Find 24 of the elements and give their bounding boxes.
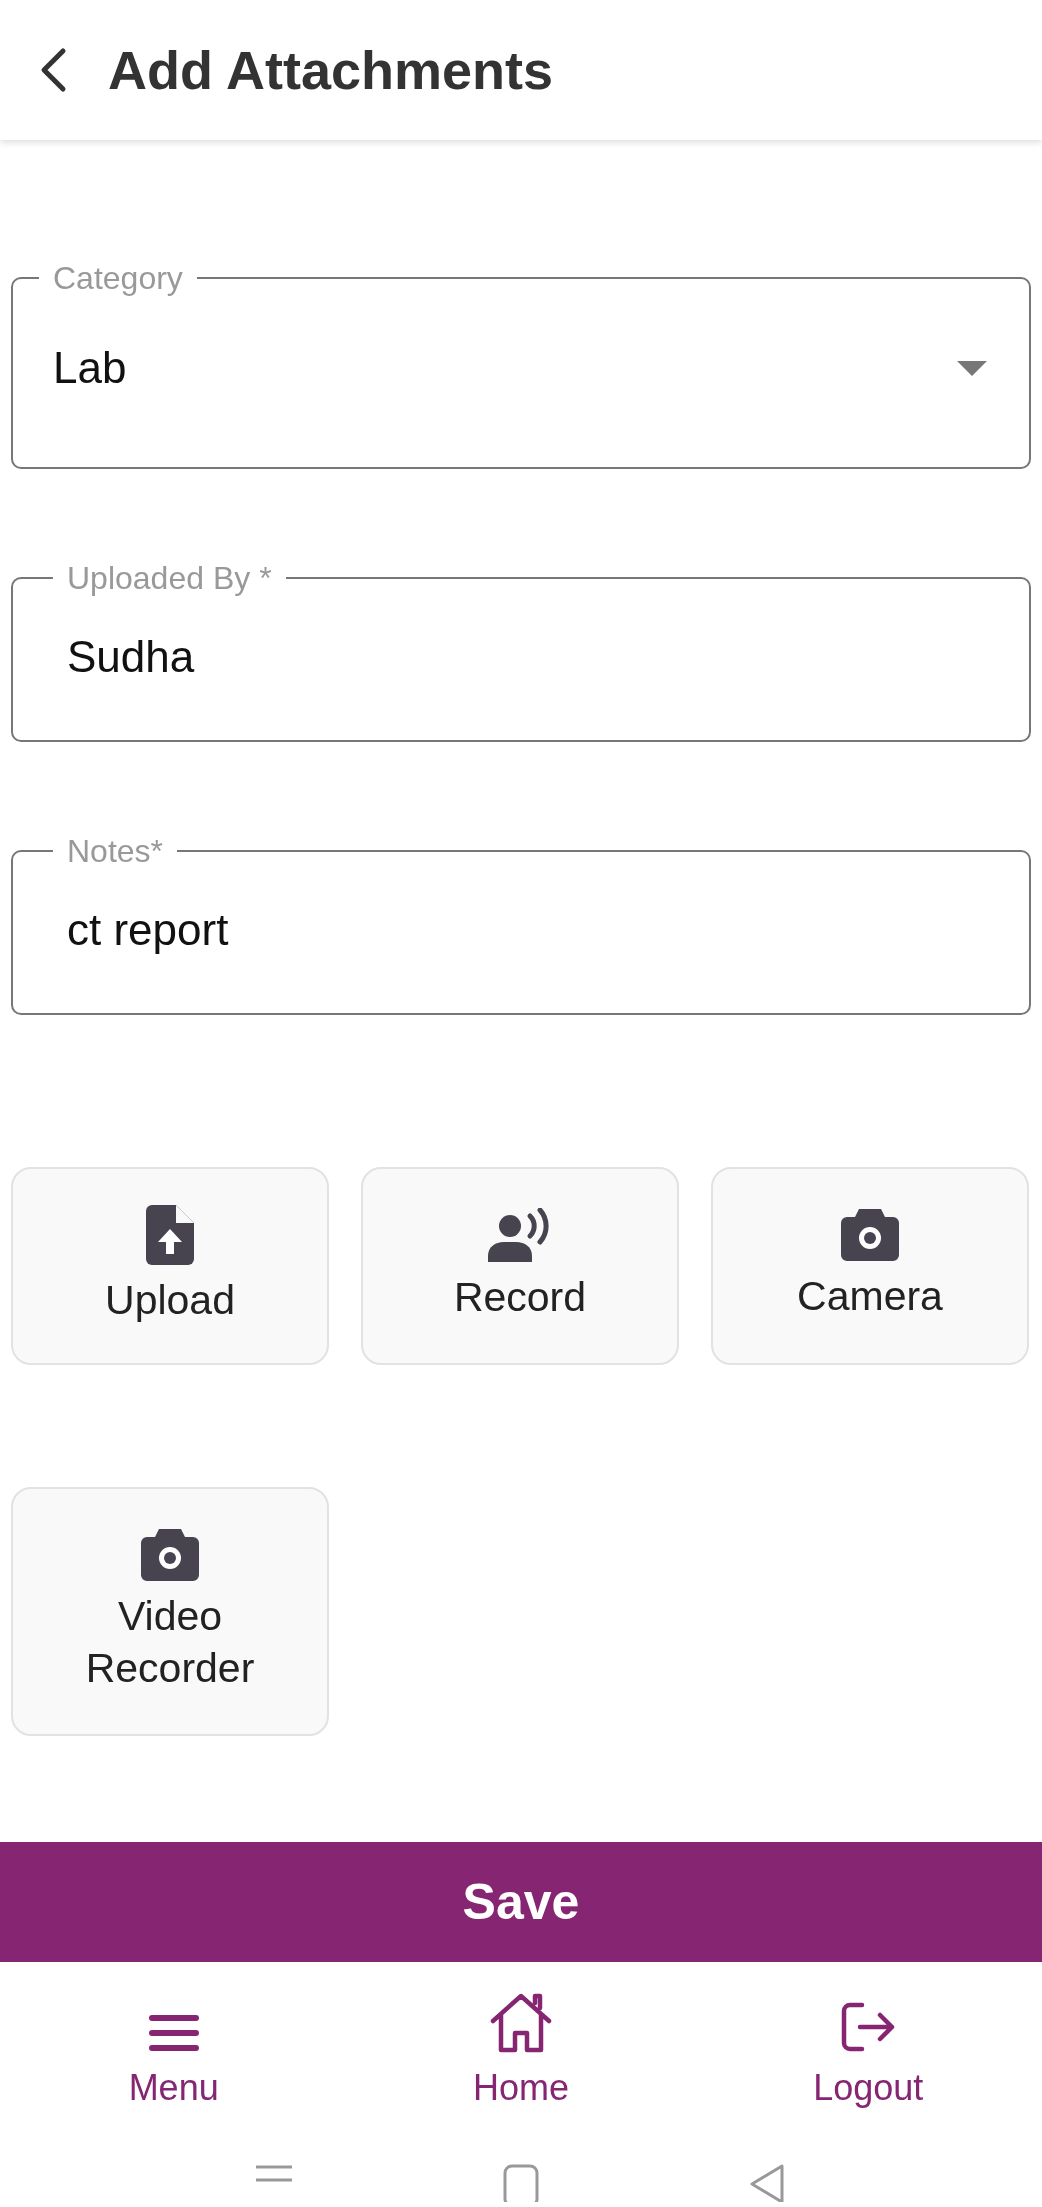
camera-icon — [841, 1209, 899, 1262]
field-label: Notes* — [66, 835, 165, 867]
nav-tab[interactable]: Home — [347, 1962, 695, 2142]
field-label: Category — [52, 262, 184, 294]
input-field[interactable]: Sudha — [67, 624, 987, 690]
file-upload-icon — [146, 1205, 194, 1266]
attachment-button[interactable]: Upload — [11, 1167, 329, 1365]
dropdown-value[interactable]: Lab — [53, 335, 957, 401]
nav-tab[interactable]: Menu — [0, 1962, 348, 2142]
home-icon — [489, 1993, 553, 2053]
camera-icon — [141, 1529, 199, 1582]
attachment-button[interactable]: Record — [361, 1167, 679, 1365]
input-field[interactable]: ct report — [67, 897, 987, 963]
nav-tab[interactable]: Logout — [694, 1962, 1042, 2142]
attachment-button[interactable]: Camera — [711, 1167, 1029, 1365]
menu-icon — [147, 2013, 200, 2053]
speaking-person-icon — [488, 1208, 552, 1263]
field-label: Uploaded By * — [66, 562, 273, 594]
home-square-icon[interactable] — [501, 2164, 541, 2202]
attachment-button[interactable]: Video Recorder — [11, 1487, 329, 1736]
logout-icon — [840, 2001, 897, 2053]
save-button[interactable]: Save — [0, 1842, 1042, 1962]
page-title: Add Attachments — [108, 38, 554, 102]
dropdown-caret-icon — [957, 360, 987, 376]
